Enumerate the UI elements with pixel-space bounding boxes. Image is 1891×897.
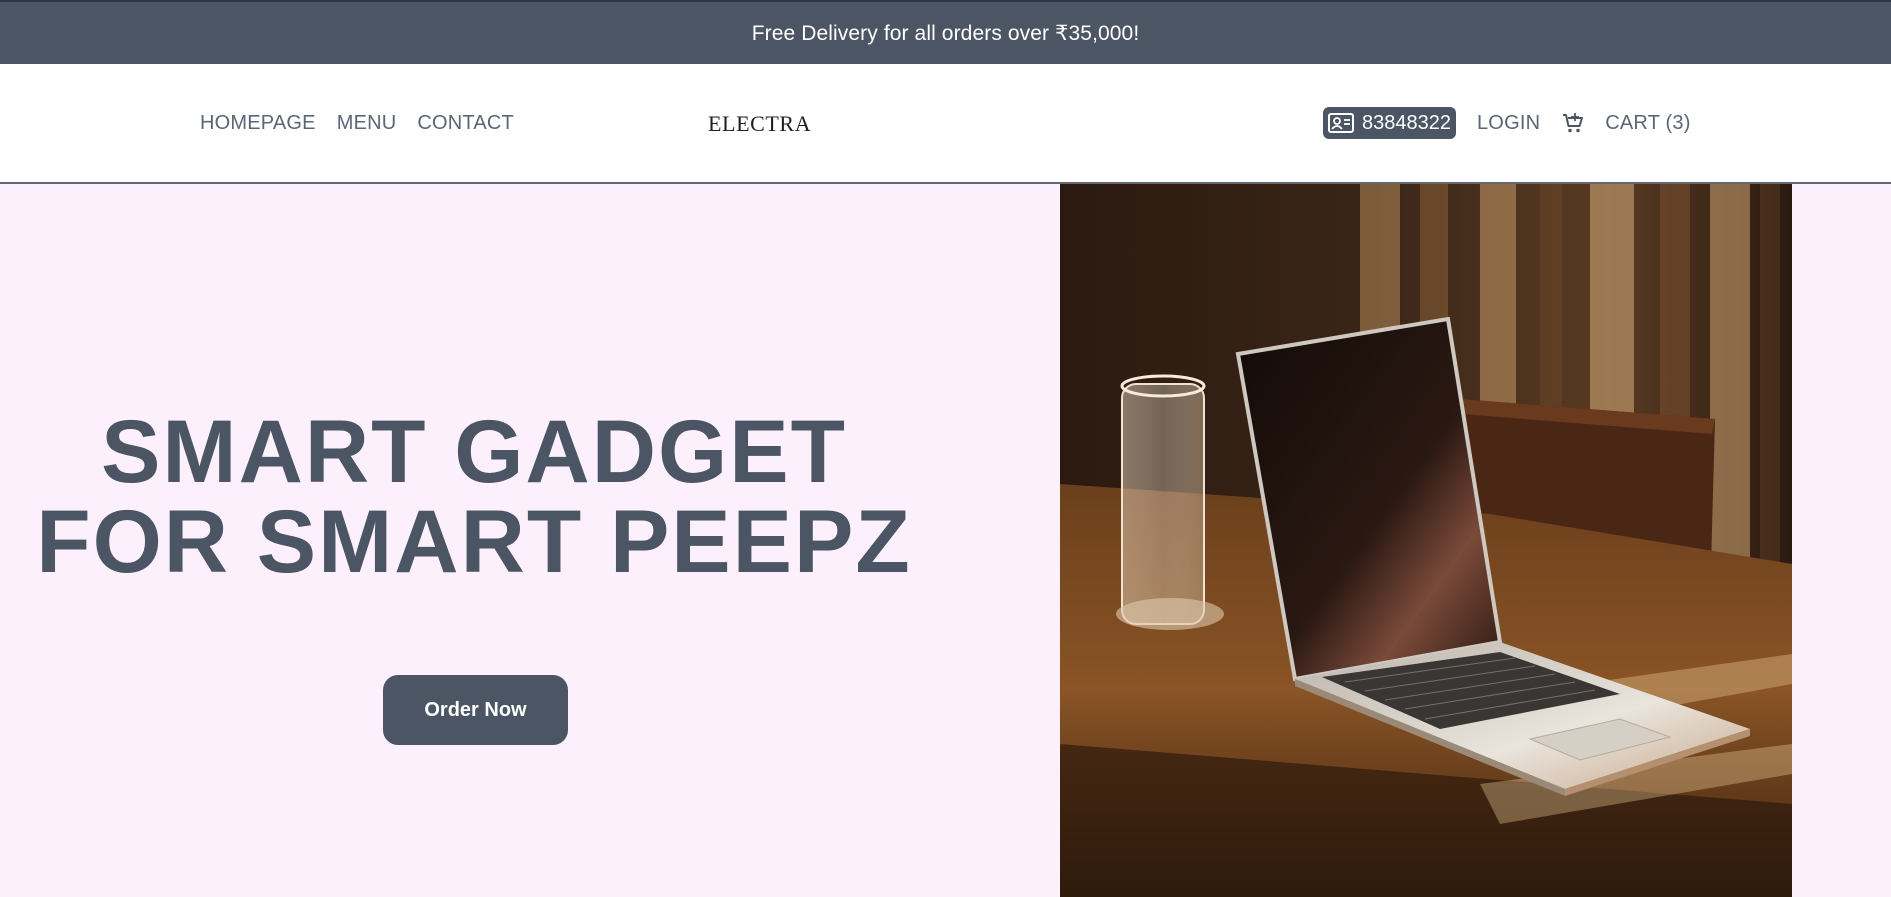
hero-title-line-2: FOR SMART PEEPZ [36, 491, 912, 591]
order-now-button[interactable]: Order Now [383, 675, 568, 745]
hero-image [1060, 184, 1792, 897]
nav-homepage[interactable]: HOMEPAGE [200, 112, 316, 135]
cart-link[interactable]: CART (3) [1605, 112, 1690, 135]
phone-number: 83848322 [1362, 111, 1451, 134]
header-actions: 83848322 LOGIN CART (3) [1323, 64, 1691, 182]
contact-card-icon [1328, 113, 1354, 133]
hero-section: SMART GADGET FOR SMART PEEPZ Order Now [0, 184, 1891, 897]
main-nav: HOMEPAGE MENU CONTACT [200, 64, 514, 182]
hero-title: SMART GADGET FOR SMART PEEPZ [0, 406, 948, 586]
login-link[interactable]: LOGIN [1477, 112, 1540, 135]
phone-badge[interactable]: 83848322 [1323, 107, 1456, 139]
logo[interactable]: ELECTRA [708, 111, 811, 137]
promo-bar: Free Delivery for all orders over ₹35,00… [0, 0, 1891, 64]
cart-icon[interactable] [1561, 111, 1585, 135]
promo-text: Free Delivery for all orders over ₹35,00… [751, 21, 1140, 45]
site-header: HOMEPAGE MENU CONTACT ELECTRA 83848322 L… [0, 64, 1891, 184]
nav-menu[interactable]: MENU [337, 112, 397, 135]
nav-contact[interactable]: CONTACT [417, 112, 514, 135]
hero-title-line-1: SMART GADGET [101, 401, 847, 501]
